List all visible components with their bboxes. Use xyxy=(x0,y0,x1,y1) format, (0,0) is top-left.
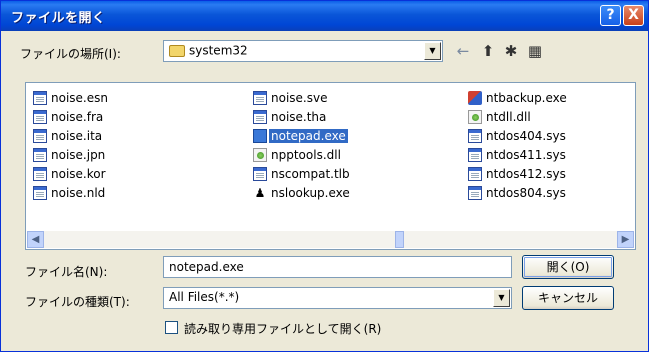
file-list[interactable]: noise.esn noise.fra noise.ita noise.jpn … xyxy=(25,82,636,250)
document-icon xyxy=(33,128,47,143)
list-item[interactable]: nscompat.tlb xyxy=(253,166,352,183)
chevron-down-icon[interactable]: ▼ xyxy=(493,289,510,307)
new-folder-icon[interactable]: ✱ xyxy=(501,41,521,61)
close-button[interactable]: X xyxy=(623,5,644,26)
list-item[interactable]: noise.sve xyxy=(253,90,329,107)
list-item[interactable]: noise.fra xyxy=(33,109,105,126)
filetype-combo[interactable]: All Files(*.*) ▼ xyxy=(163,287,512,309)
dll-icon xyxy=(468,109,482,124)
look-in-combo[interactable]: system32 ▼ xyxy=(163,40,443,62)
up-folder-icon[interactable]: ⬆ xyxy=(478,41,498,61)
document-icon xyxy=(468,185,482,200)
list-item[interactable]: noise.kor xyxy=(33,166,108,183)
list-item[interactable]: ntbackup.exe xyxy=(468,90,569,107)
list-item[interactable]: noise.esn xyxy=(33,90,110,107)
list-item[interactable]: ntdos804.sys xyxy=(468,185,568,202)
chevron-down-icon[interactable]: ▼ xyxy=(424,42,441,60)
look-in-value: system32 xyxy=(169,43,248,58)
document-icon xyxy=(253,90,267,105)
document-icon xyxy=(33,109,47,124)
list-item[interactable]: ntdll.dll xyxy=(468,109,533,126)
list-item[interactable]: ♟ nslookup.exe xyxy=(253,185,352,202)
list-item[interactable]: noise.ita xyxy=(33,128,104,145)
backup-icon xyxy=(468,90,482,105)
document-icon xyxy=(468,128,482,143)
document-icon xyxy=(33,166,47,181)
list-item[interactable]: ntdos404.sys xyxy=(468,128,568,145)
horizontal-scrollbar[interactable]: ◀ ▶ xyxy=(27,231,634,248)
scroll-right-icon[interactable]: ▶ xyxy=(617,231,634,248)
document-icon xyxy=(468,166,482,181)
document-icon xyxy=(253,109,267,124)
list-item[interactable]: npptools.dll xyxy=(253,147,343,164)
list-item[interactable]: noise.tha xyxy=(253,109,328,126)
filename-input[interactable]: notepad.exe xyxy=(163,256,512,278)
view-menu-icon[interactable]: ▦ xyxy=(525,41,545,61)
filename-value: notepad.exe xyxy=(169,260,244,274)
filetype-label: ファイルの種類(T): xyxy=(25,295,130,309)
document-icon xyxy=(33,147,47,162)
back-icon[interactable]: ← xyxy=(453,41,473,61)
list-item[interactable]: ntdos411.sys xyxy=(468,147,568,164)
cancel-button[interactable]: キャンセル xyxy=(522,286,614,310)
filename-label: ファイル名(N): xyxy=(25,265,108,279)
readonly-label[interactable]: 読み取り専用ファイルとして開く(R) xyxy=(184,320,381,337)
list-item[interactable]: noise.nld xyxy=(33,185,107,202)
list-item[interactable]: ntdos412.sys xyxy=(468,166,568,183)
person-icon: ♟ xyxy=(254,185,266,200)
application-icon xyxy=(253,128,267,143)
document-icon xyxy=(33,90,47,105)
scroll-thumb[interactable] xyxy=(395,231,404,248)
dialog-title: ファイルを開く xyxy=(11,11,106,26)
title-bar[interactable]: ファイルを開く ? X xyxy=(1,1,648,31)
help-button[interactable]: ? xyxy=(600,5,621,26)
scroll-left-icon[interactable]: ◀ xyxy=(27,231,44,248)
open-file-dialog: ファイルを開く ? X ファイルの場所(I): system32 ▼ ← ⬆ ✱… xyxy=(0,0,649,352)
readonly-checkbox[interactable] xyxy=(165,321,178,334)
document-icon xyxy=(253,166,267,181)
document-icon xyxy=(468,147,482,162)
list-item[interactable]: noise.jpn xyxy=(33,147,107,164)
list-item-selected[interactable]: notepad.exe xyxy=(253,128,348,145)
dll-icon xyxy=(253,147,267,162)
folder-icon xyxy=(169,44,185,57)
filetype-value: All Files(*.*) xyxy=(169,290,240,304)
document-icon xyxy=(33,185,47,200)
look-in-label: ファイルの場所(I): xyxy=(20,47,121,61)
open-button[interactable]: 開く(O) xyxy=(522,255,614,279)
